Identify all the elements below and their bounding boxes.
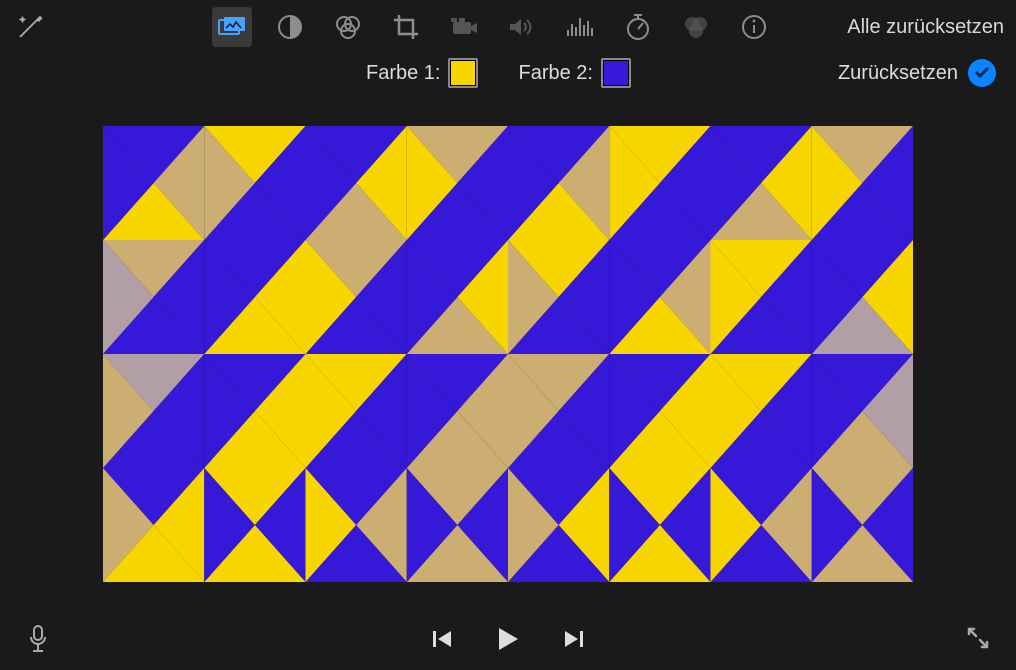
voiceover-mic-icon[interactable] — [20, 621, 56, 657]
reset-all-button[interactable]: Alle zurücksetzen — [847, 16, 1004, 39]
prev-frame-button[interactable] — [424, 621, 460, 657]
preview-canvas — [103, 126, 913, 582]
playback-bar — [0, 608, 1016, 670]
apply-check-button[interactable] — [968, 59, 996, 87]
volume-tab-icon[interactable] — [502, 7, 542, 47]
effects-tab-icon[interactable] — [676, 7, 716, 47]
color2-swatch[interactable] — [601, 58, 631, 88]
inspector-toolbar: Alle zurücksetzen — [0, 0, 1016, 54]
play-button[interactable] — [490, 621, 526, 657]
overlay-controls: Farbe 1: Farbe 2: Zurücksetzen — [0, 54, 1016, 100]
next-frame-button[interactable] — [556, 621, 592, 657]
color2-label: Farbe 2: — [518, 62, 592, 85]
color-correction-tab-icon[interactable] — [328, 7, 368, 47]
overlay-tab-icon[interactable] — [212, 7, 252, 47]
reset-button[interactable]: Zurücksetzen — [838, 62, 958, 85]
crop-tab-icon[interactable] — [386, 7, 426, 47]
stabilization-tab-icon[interactable] — [444, 7, 484, 47]
color1-swatch[interactable] — [448, 58, 478, 88]
info-tab-icon[interactable] — [734, 7, 774, 47]
magic-wand-icon[interactable] — [8, 5, 52, 49]
color1-label: Farbe 1: — [366, 62, 440, 85]
speed-tab-icon[interactable] — [618, 7, 658, 47]
fullscreen-icon[interactable] — [960, 620, 996, 656]
inspector-tabs — [212, 7, 774, 47]
color-balance-tab-icon[interactable] — [270, 7, 310, 47]
viewer — [103, 126, 913, 582]
noise-reduction-tab-icon[interactable] — [560, 7, 600, 47]
